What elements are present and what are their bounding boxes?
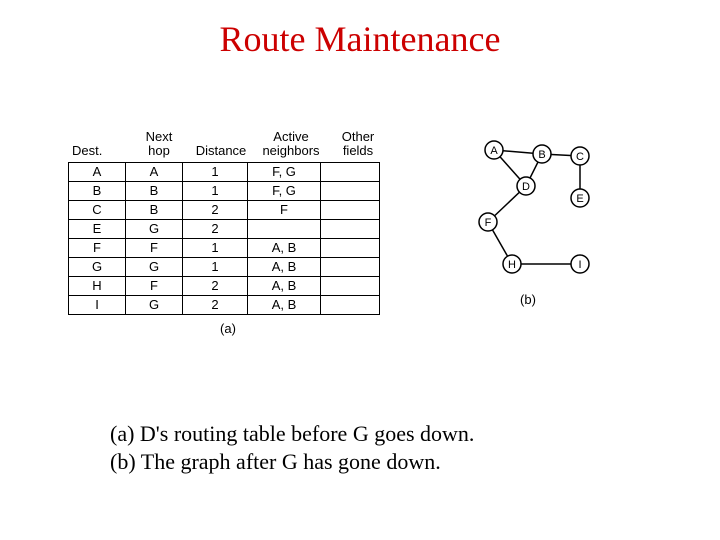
table-row: HF2A, B: [69, 276, 380, 295]
cell-hop: B: [126, 200, 183, 219]
caption-line-a: (a) D's routing table before G goes down…: [110, 420, 474, 448]
routing-table-wrap: Dest. Next hop Distance Active neighbors: [68, 130, 388, 336]
cell-nbr: A, B: [248, 276, 321, 295]
table-row: AA1F, G: [69, 162, 380, 181]
cell-dist: 1: [183, 162, 248, 181]
cell-dest: B: [69, 181, 126, 200]
graph-wrap: A B C D E F H I (b): [448, 136, 608, 307]
cell-nbr: F, G: [248, 181, 321, 200]
sublabel-a: (a): [68, 321, 388, 336]
cell-other: [321, 219, 380, 238]
graph-node-label: H: [508, 259, 516, 271]
caption-line-b: (b) The graph after G has gone down.: [110, 448, 474, 476]
cell-other: [321, 276, 380, 295]
cell-hop: G: [126, 219, 183, 238]
cell-nbr: A, B: [248, 257, 321, 276]
table-row: IG2A, B: [69, 295, 380, 314]
cell-other: [321, 162, 380, 181]
cell-dist: 2: [183, 295, 248, 314]
cell-dist: 1: [183, 257, 248, 276]
col-header-distance: Distance: [188, 130, 254, 162]
cell-other: [321, 238, 380, 257]
cell-dest: H: [69, 276, 126, 295]
cell-nbr: F, G: [248, 162, 321, 181]
network-graph: A B C D E F H I: [448, 136, 608, 286]
figure-area: Dest. Next hop Distance Active neighbors: [68, 130, 668, 336]
cell-hop: B: [126, 181, 183, 200]
graph-node-label: B: [538, 149, 545, 161]
table-row: BB1F, G: [69, 181, 380, 200]
table-row: GG1A, B: [69, 257, 380, 276]
cell-dist: 1: [183, 238, 248, 257]
cell-other: [321, 200, 380, 219]
cell-hop: G: [126, 295, 183, 314]
cell-dist: 2: [183, 276, 248, 295]
graph-node-label: D: [522, 181, 530, 193]
routing-table: AA1F, GBB1F, GCB2FEG2FF1A, BGG1A, BHF2A,…: [68, 162, 380, 315]
cell-dist: 2: [183, 200, 248, 219]
slide-title: Route Maintenance: [0, 18, 720, 60]
cell-dist: 1: [183, 181, 248, 200]
cell-dest: I: [69, 295, 126, 314]
cell-other: [321, 181, 380, 200]
cell-hop: F: [126, 276, 183, 295]
cell-nbr: A, B: [248, 238, 321, 257]
cell-other: [321, 295, 380, 314]
cell-hop: F: [126, 238, 183, 257]
cell-dest: F: [69, 238, 126, 257]
graph-node-label: C: [576, 151, 584, 163]
graph-node-label: I: [578, 259, 581, 271]
cell-hop: A: [126, 162, 183, 181]
table-headers: Dest. Next hop Distance Active neighbors: [68, 130, 388, 162]
cell-other: [321, 257, 380, 276]
col-header-dest: Dest.: [68, 130, 130, 162]
cell-dest: G: [69, 257, 126, 276]
cell-dest: C: [69, 200, 126, 219]
cell-nbr: [248, 219, 321, 238]
cell-hop: G: [126, 257, 183, 276]
graph-node-label: A: [490, 145, 498, 157]
graph-node-label: E: [576, 193, 583, 205]
cell-dist: 2: [183, 219, 248, 238]
table-row: EG2: [69, 219, 380, 238]
cell-nbr: A, B: [248, 295, 321, 314]
sublabel-b: (b): [448, 292, 608, 307]
table-row: FF1A, B: [69, 238, 380, 257]
graph-node-label: F: [485, 217, 492, 229]
cell-nbr: F: [248, 200, 321, 219]
cell-dest: E: [69, 219, 126, 238]
col-header-next-hop: Next hop: [130, 130, 188, 162]
col-header-other-fields: Other fields: [328, 130, 388, 162]
cell-dest: A: [69, 162, 126, 181]
table-row: CB2F: [69, 200, 380, 219]
slide: Route Maintenance Dest. Next hop Dis: [0, 0, 720, 540]
col-header-active-neighbors: Active neighbors: [254, 130, 328, 162]
caption: (a) D's routing table before G goes down…: [110, 420, 474, 475]
